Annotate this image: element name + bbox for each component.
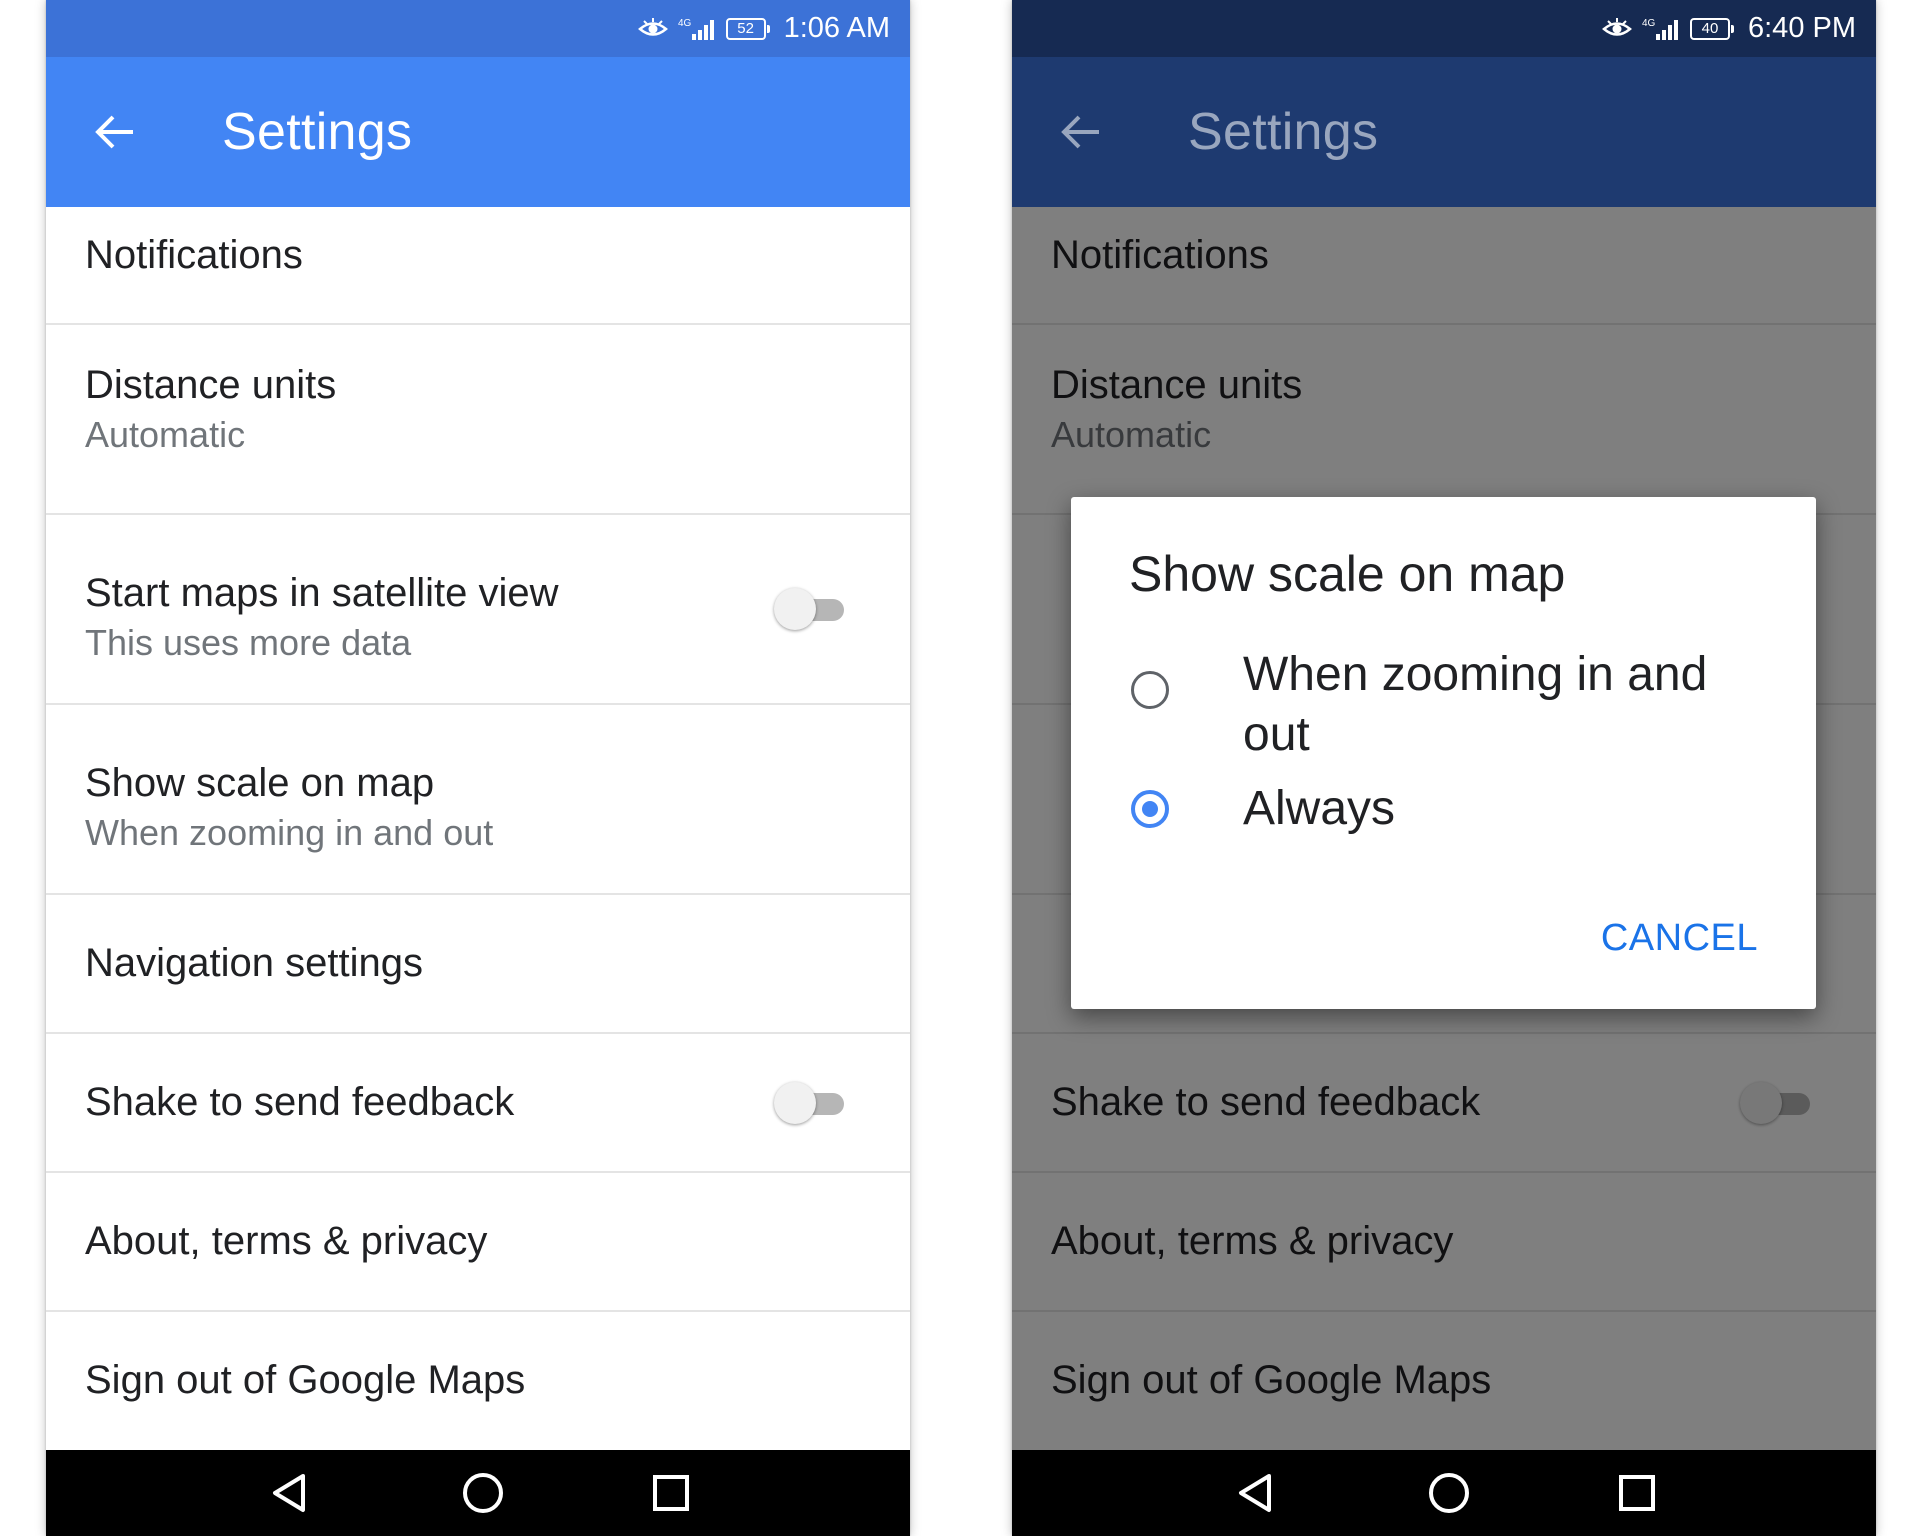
setting-navigation[interactable]: Navigation settings [46,895,910,1034]
satellite-view-toggle[interactable] [774,588,844,630]
app-bar: Settings [46,57,910,207]
eye-icon [1602,17,1632,40]
svg-text:4G: 4G [1642,18,1656,29]
setting-title: Notifications [85,233,303,277]
setting-satellite-view[interactable]: Start maps in satellite view This uses m… [46,515,910,705]
svg-text:4G: 4G [678,18,692,29]
setting-shake-feedback[interactable]: Shake to send feedback [46,1034,910,1173]
system-nav-bar [46,1450,910,1536]
setting-notifications[interactable]: Notifications [46,207,910,325]
show-scale-dialog: Show scale on map When zooming in and ou… [1071,497,1816,1009]
phone-screen-settings: 4G 52 1:06 AM Settings Notifications Dis… [46,0,910,1536]
status-bar: 4G 40 6:40 PM [1012,0,1876,57]
radio-button-unselected[interactable] [1131,671,1169,709]
settings-list: Notifications Distance units Automatic S… [46,207,910,1451]
setting-title: Show scale on map [85,761,435,805]
nav-home-icon[interactable] [458,1468,508,1518]
setting-title: About, terms & privacy [85,1219,488,1263]
setting-subtitle: When zooming in and out [85,812,494,853]
setting-title: Distance units [85,363,337,407]
cancel-button[interactable]: CANCEL [1601,917,1758,960]
page-title: Settings [222,103,413,161]
nav-recents-icon[interactable] [646,1468,696,1518]
page-title: Settings [1188,103,1379,161]
setting-sign-out[interactable]: Sign out of Google Maps [46,1312,910,1451]
toggle-thumb [774,588,816,630]
phone-screen-settings-dialog: 4G 40 6:40 PM Settings Notifications Dis… [1012,0,1876,1536]
setting-title: Navigation settings [85,941,423,985]
back-arrow-icon [1056,107,1106,157]
radio-button-selected[interactable] [1131,790,1169,828]
system-nav-bar [1012,1450,1876,1536]
battery-icon: 40 [1690,17,1734,40]
signal-icon: 4G [678,17,716,41]
radio-label: When zooming in and out [1243,648,1708,761]
setting-about[interactable]: About, terms & privacy [46,1173,910,1312]
nav-back-icon[interactable] [265,1468,315,1518]
radio-label: Always [1243,782,1396,835]
back-arrow-icon[interactable] [90,107,140,157]
setting-subtitle: Automatic [85,414,246,455]
nav-back-icon[interactable] [1231,1468,1281,1518]
setting-show-scale[interactable]: Show scale on map When zooming in and ou… [46,705,910,895]
app-bar: Settings [1012,57,1876,207]
nav-home-icon[interactable] [1424,1468,1474,1518]
setting-distance-units[interactable]: Distance units Automatic [46,325,910,515]
dialog-title: Show scale on map [1129,546,1566,602]
status-time: 6:40 PM [1748,12,1856,44]
eye-icon [637,17,668,40]
status-time: 1:06 AM [783,12,890,44]
shake-feedback-toggle[interactable] [774,1081,844,1124]
nav-recents-icon[interactable] [1612,1468,1662,1518]
signal-icon: 4G [1642,17,1680,41]
toggle-thumb [774,1081,816,1124]
setting-title: Sign out of Google Maps [85,1358,526,1402]
status-bar: 4G 52 1:06 AM [46,0,910,57]
battery-icon: 52 [725,17,770,40]
